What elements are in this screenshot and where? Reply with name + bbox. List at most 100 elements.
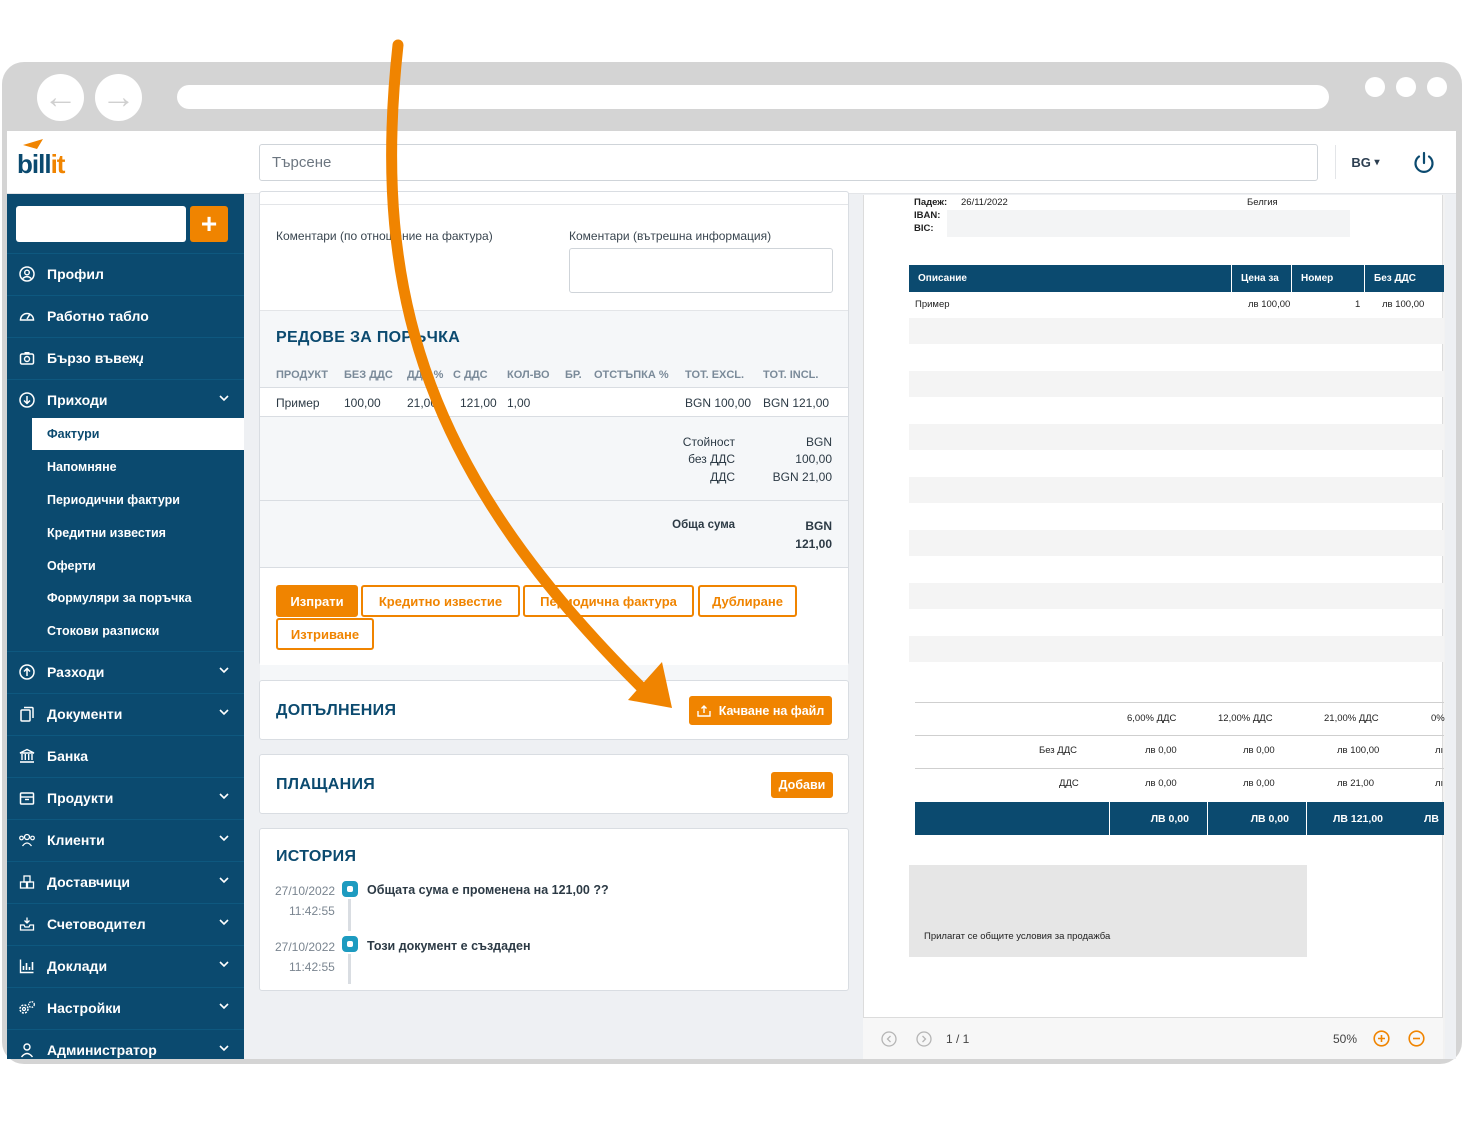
- order-lines-title: РЕДОВЕ ЗА ПОРЪЧКА: [276, 329, 461, 346]
- dashboard-icon: [18, 307, 36, 325]
- sidebar-subitem-reminders[interactable]: Напомняне: [7, 451, 244, 483]
- col-header-unit: БР.: [565, 369, 582, 381]
- inbox-icon: [18, 915, 36, 933]
- sidebar-subitem-order-forms[interactable]: Формуляри за поръчка: [7, 582, 244, 614]
- terms-box: Прилагат се общите условия за продажба: [909, 865, 1307, 957]
- internal-comment-textarea[interactable]: [569, 248, 833, 293]
- sidebar-item-dashboard[interactable]: Работно табло: [7, 295, 244, 336]
- sidebar-item-label: Работно табло: [47, 308, 149, 324]
- excl-row-6: лв 0,00: [1145, 745, 1177, 756]
- sidebar-item-bank[interactable]: Банка: [7, 735, 244, 776]
- send-button[interactable]: Изпрати: [276, 585, 358, 617]
- sidebar-item-reports[interactable]: Доклади: [7, 945, 244, 986]
- sidebar-item-label: Клиенти: [47, 832, 105, 848]
- sidebar-item-settings[interactable]: Настройки: [7, 987, 244, 1028]
- preview-col-excl: Без ДДС: [1364, 265, 1434, 292]
- sidebar-item-admin[interactable]: Администратор: [7, 1029, 244, 1059]
- preview-total-row: ЛВ 0,00 ЛВ 0,00 ЛВ 121,00 ЛВ: [915, 802, 1444, 835]
- prev-page-icon[interactable]: [881, 1031, 897, 1047]
- vat-row-6: лв 0,00: [1145, 778, 1177, 789]
- cell-vat-pct: 21,00: [407, 396, 438, 410]
- chevron-down-icon: [219, 709, 229, 716]
- history-title: ИСТОРИЯ: [276, 848, 357, 865]
- chevron-down-icon: [219, 1045, 229, 1052]
- sidebar-subitem-offers[interactable]: Оферти: [7, 550, 244, 582]
- col-header-qty: КОЛ-ВО: [507, 369, 550, 381]
- sidebar-item-label: Разходи: [47, 664, 105, 680]
- preview-col-description: Описание: [918, 273, 967, 284]
- billit-logo[interactable]: billit: [17, 139, 65, 180]
- preview-line-qty: 1: [1355, 299, 1361, 310]
- due-label: Падеж:: [914, 197, 948, 208]
- search-input[interactable]: Търсене: [259, 144, 1318, 181]
- app-screen: billit Търсене BG ▾ + Профил Работно таб…: [7, 131, 1456, 1059]
- sidebar-subitem-recurring-invoices[interactable]: Периодични фактури: [7, 484, 244, 516]
- excl-vat-label: без ДДС: [688, 452, 735, 466]
- chevron-down-icon: [219, 919, 229, 926]
- forward-button[interactable]: →: [95, 74, 142, 121]
- cell-excl-vat: 100,00: [344, 396, 381, 410]
- value-currency: BGN: [805, 435, 832, 449]
- history-entry-text: Общата сума е променена на 121,00 ??: [367, 883, 609, 897]
- users-icon: [18, 831, 36, 849]
- excl-vat-value: 100,00: [795, 452, 832, 466]
- sidebar-item-products[interactable]: Продукти: [7, 777, 244, 818]
- excl-row-0: лı: [1435, 745, 1444, 756]
- country: Белгия: [1247, 197, 1278, 208]
- col-header-discount: ОТСТЪПКА %: [594, 369, 669, 381]
- forward-arrow-icon: →: [101, 78, 136, 116]
- sidebar-item-documents[interactable]: Документи: [7, 693, 244, 734]
- next-page-icon[interactable]: [916, 1031, 932, 1047]
- box-icon: [18, 789, 36, 807]
- iban-label: IBAN:: [914, 210, 941, 221]
- power-icon[interactable]: [1412, 151, 1436, 175]
- history-time: 11:42:55: [289, 904, 335, 918]
- history-date: 27/10/2022: [275, 884, 336, 898]
- back-button[interactable]: ←: [37, 74, 84, 121]
- chevron-down-icon: [219, 793, 229, 800]
- sidebar-subitem-invoices[interactable]: Фактури: [32, 418, 244, 450]
- sidebar-item-expenses[interactable]: Разходи: [7, 651, 244, 692]
- sidebar-item-profile[interactable]: Профил: [7, 253, 244, 294]
- language-selector[interactable]: BG ▾: [1335, 145, 1395, 179]
- sidebar-search-input[interactable]: [16, 206, 186, 242]
- col-header-product: ПРОДУКТ: [276, 369, 329, 381]
- back-arrow-icon: ←: [43, 78, 78, 116]
- sidebar-item-quick-entry[interactable]: Бързо въвеждане: [7, 337, 244, 378]
- upload-file-button[interactable]: Качване на файл: [689, 696, 832, 725]
- cell-product: Пример: [276, 396, 320, 410]
- bank-icon: [18, 747, 36, 765]
- excl-row-label: Без ДДС: [1039, 745, 1078, 756]
- gears-icon: [18, 999, 36, 1017]
- table-row[interactable]: Пример 100,00 21,00 121,00 1,00 BGN 100,…: [260, 387, 848, 417]
- duplicate-button[interactable]: Дублиране: [698, 585, 797, 617]
- window-dot-3: [1427, 77, 1447, 97]
- sidebar-item-suppliers[interactable]: Доставчици: [7, 861, 244, 902]
- preview-line-excl: лв 100,00: [1382, 299, 1425, 310]
- sidebar-subitem-delivery-notes[interactable]: Стокови разписки: [7, 615, 244, 647]
- total-value: 121,00: [795, 537, 832, 551]
- bic-label: BIC:: [914, 223, 934, 234]
- excl-row-21: лв 100,00: [1337, 745, 1380, 756]
- vat-rate-0: 0%: [1431, 713, 1445, 724]
- vat-row-0: лı: [1435, 778, 1444, 789]
- credit-note-button[interactable]: Кредитно известие: [361, 585, 520, 617]
- add-payment-button[interactable]: Добави: [771, 772, 833, 798]
- delete-button[interactable]: Изтриване: [276, 618, 374, 650]
- sidebar-add-button[interactable]: +: [190, 206, 228, 242]
- expense-arrow-icon: [18, 663, 36, 681]
- cell-incl-vat: 121,00: [460, 396, 497, 410]
- chevron-down-icon: [219, 877, 229, 884]
- col-header-tot-excl: TOT. EXCL.: [685, 369, 745, 381]
- vat-value: BGN 21,00: [772, 470, 832, 484]
- zoom-out-icon[interactable]: [1408, 1030, 1425, 1047]
- zoom-in-icon[interactable]: [1373, 1030, 1390, 1047]
- sidebar-item-accountant[interactable]: Счетоводител: [7, 903, 244, 944]
- address-bar[interactable]: [177, 85, 1329, 109]
- sidebar-item-income[interactable]: Приходи: [7, 379, 244, 420]
- sidebar-subitem-credit-notes[interactable]: Кредитни известия: [7, 517, 244, 549]
- top-bar: billit Търсене BG ▾: [7, 131, 1456, 194]
- sidebar-item-clients[interactable]: Клиенти: [7, 819, 244, 860]
- recurring-invoice-button[interactable]: Периодична фактура: [523, 585, 694, 617]
- payments-title: ПЛАЩАНИЯ: [276, 776, 376, 793]
